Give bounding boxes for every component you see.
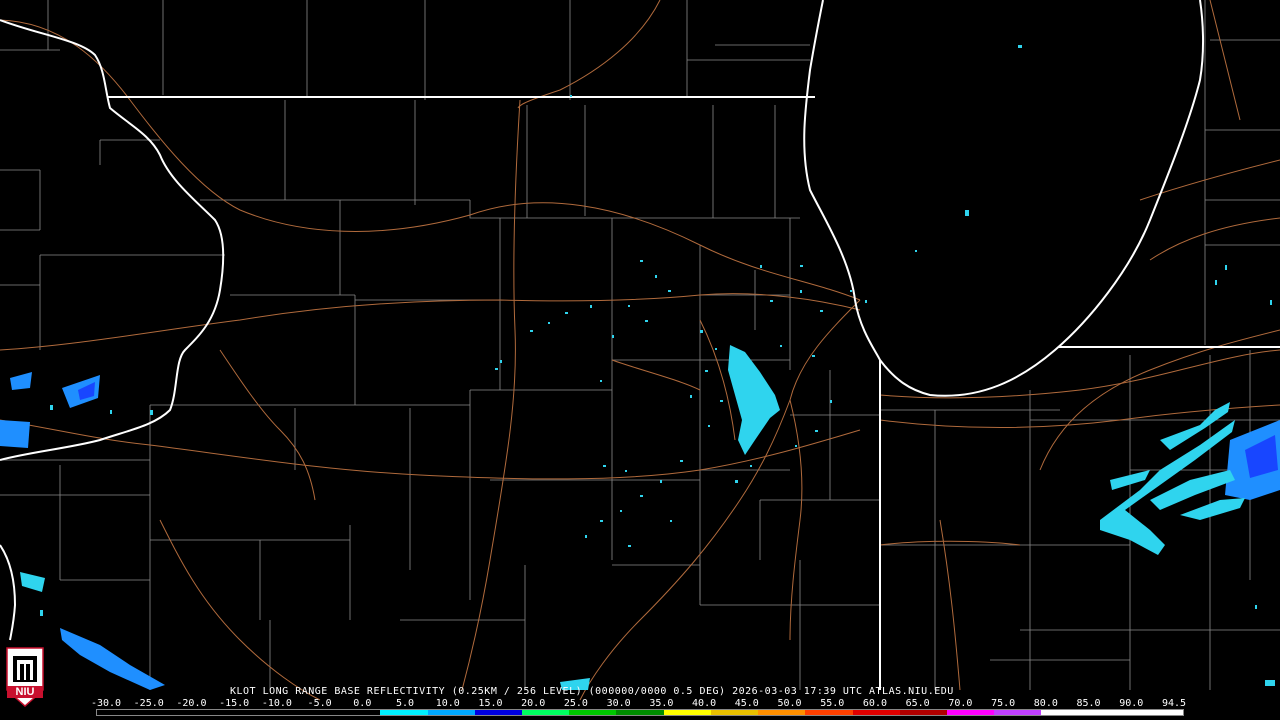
product-caption: KLOT LONG RANGE BASE REFLECTIVITY (0.25K… xyxy=(230,686,954,697)
colorbar-segment xyxy=(521,710,570,715)
legend-tick: 25.0 xyxy=(563,698,588,709)
colorbar-segment xyxy=(333,710,381,715)
colorbar-segment xyxy=(191,710,239,715)
legend-tick: -5.0 xyxy=(307,698,332,709)
legend-tick: -15.0 xyxy=(219,698,250,709)
legend-tick: 90.0 xyxy=(1119,698,1144,709)
colorbar-segment xyxy=(710,710,759,715)
colorbar-segment xyxy=(899,710,947,715)
legend-tick: 0.0 xyxy=(353,698,372,709)
legend-tick: 20.0 xyxy=(521,698,546,709)
colorbar-segment xyxy=(616,710,664,715)
colorbar-segment xyxy=(427,710,475,715)
legend-tick: 94.5 xyxy=(1161,698,1187,709)
legend-tick: -20.0 xyxy=(176,698,207,709)
legend-tick: 30.0 xyxy=(606,698,631,709)
legend-tick: 35.0 xyxy=(649,698,674,709)
colorbar-segment xyxy=(97,710,145,715)
legend-tick: 10.0 xyxy=(435,698,460,709)
niu-logo: NIU xyxy=(3,646,47,708)
legend-tick: -30.0 xyxy=(90,698,122,709)
legend-tick: -25.0 xyxy=(133,698,164,709)
colorbar-segment xyxy=(569,710,617,715)
colorbar-segment xyxy=(805,710,853,715)
legend-tick-labels: -30.0 -25.0 -20.0 -15.0 -10.0 -5.0 0.0 5.0 10.0 1… xyxy=(91,698,1196,709)
reflectivity-colorbar xyxy=(96,709,1184,716)
colorbar-segment xyxy=(144,710,192,715)
colorbar-segment xyxy=(1088,710,1136,715)
colorbar-segment xyxy=(380,710,428,715)
colorbar-segment xyxy=(852,710,900,715)
colorbar-segment xyxy=(474,710,522,715)
colorbar-segment xyxy=(946,710,995,715)
legend-tick: 45.0 xyxy=(734,698,759,709)
legend-tick: 80.0 xyxy=(1033,698,1058,709)
legend-tick: 15.0 xyxy=(478,698,503,709)
legend-tick: 70.0 xyxy=(948,698,973,709)
legend-tick: 5.0 xyxy=(396,698,415,709)
colorbar-segment xyxy=(994,710,1042,715)
colorbar-segment xyxy=(285,710,334,715)
colorbar-segment xyxy=(1135,710,1184,715)
colorbar-segment xyxy=(1041,710,1089,715)
logo-label: NIU xyxy=(15,686,35,698)
radar-map xyxy=(0,0,1280,720)
colorbar-segment xyxy=(758,710,806,715)
legend-tick: 55.0 xyxy=(820,698,845,709)
legend-tick: 85.0 xyxy=(1076,698,1101,709)
legend-tick: 50.0 xyxy=(777,698,802,709)
legend-tick: -10.0 xyxy=(261,698,292,709)
legend-tick: 75.0 xyxy=(991,698,1016,709)
legend-tick: 40.0 xyxy=(692,698,717,709)
legend-tick: 65.0 xyxy=(905,698,930,709)
colorbar-segment xyxy=(663,710,711,715)
legend-tick: 60.0 xyxy=(862,698,887,709)
colorbar-segment xyxy=(238,710,286,715)
